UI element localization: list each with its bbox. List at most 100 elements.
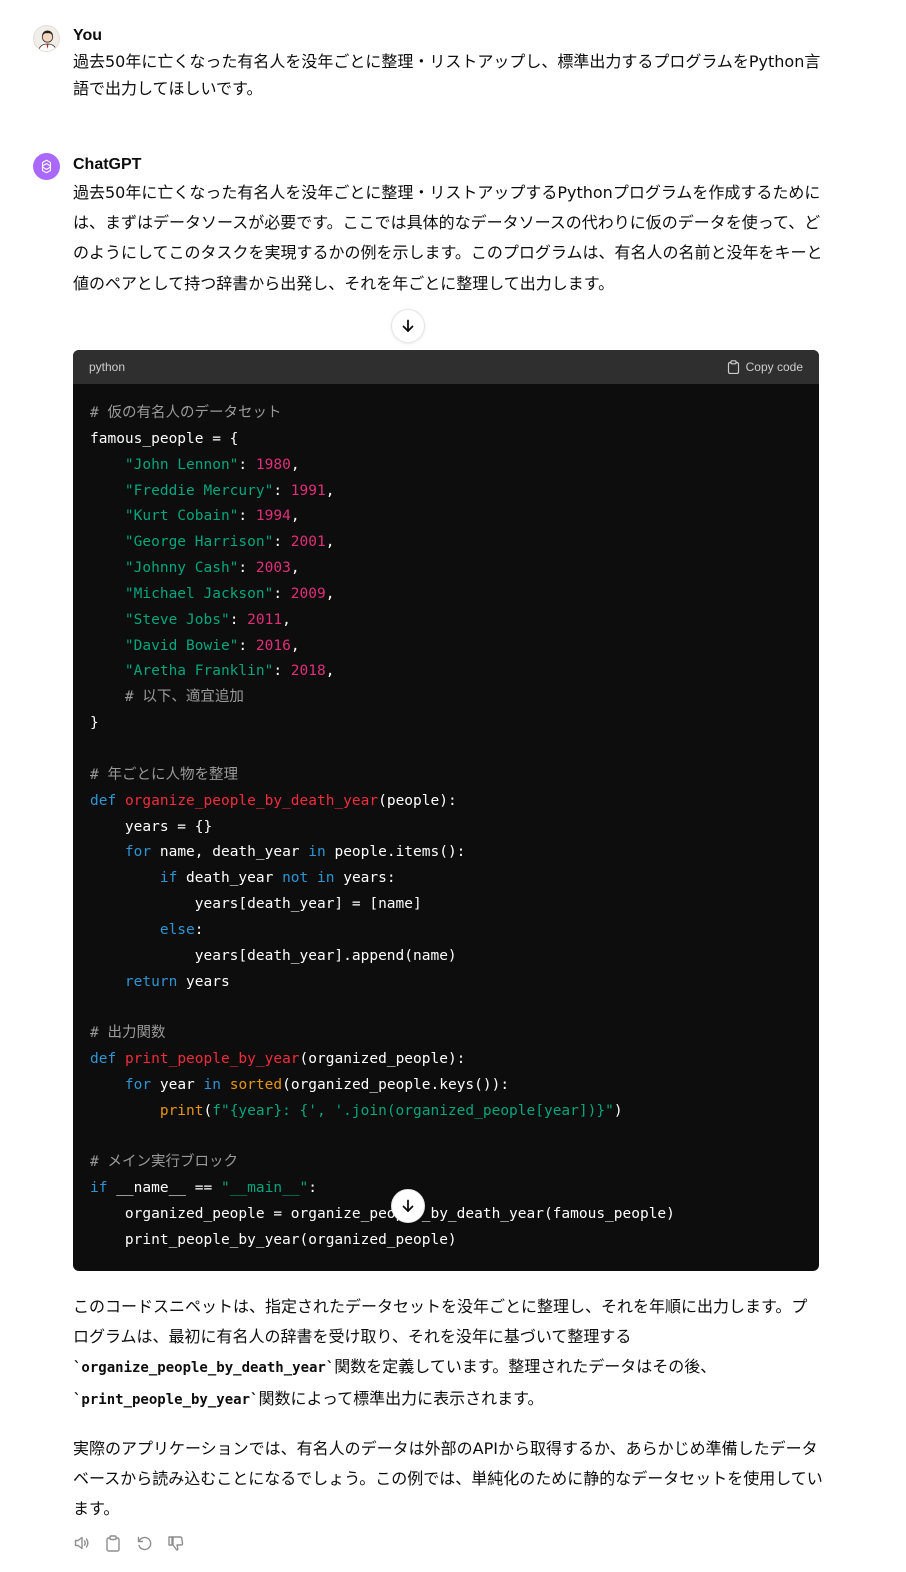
code-token-plain: organized_people = organize_people_by_de… (90, 1206, 675, 1223)
code-token-keyword: def (90, 792, 117, 809)
assistant-intro-text: 過去50年に亡くなった有名人を没年ごとに整理・リストアップするPythonプログ… (73, 183, 823, 293)
code-token-plain: , (290, 508, 300, 525)
code-token-keyword: if (159, 870, 178, 887)
code-line: "Michael Jackson": 2009, (90, 582, 675, 608)
code-line: "Steve Jobs": 2011, (90, 608, 675, 634)
code-token-string: "George Harrison" (124, 534, 274, 551)
regenerate-button[interactable] (135, 1534, 153, 1552)
code-token-plain: year (151, 1076, 204, 1093)
code-line: organized_people = organize_people_by_de… (90, 1202, 675, 1228)
code-token-string: "Kurt Cobain" (124, 508, 239, 525)
code-token-builtin: sorted (229, 1076, 283, 1093)
code-line: "Freddie Mercury": 1991, (90, 479, 675, 505)
code-token-plain: , (325, 663, 335, 680)
code-line: "David Bowie": 2016, (90, 634, 675, 660)
code-line: if death_year not in years: (90, 866, 675, 892)
code-token-keyword: in (317, 870, 335, 887)
code-token-plain: : (229, 611, 248, 628)
code-token-plain: : (273, 585, 291, 602)
thumbs-down-icon (167, 1535, 183, 1551)
code-token-string: f"{year}: {', '.join(organized_people[ye… (212, 1102, 614, 1119)
code-line: "George Harrison": 2001, (90, 530, 675, 556)
code-token-plain: : (194, 921, 204, 938)
code-token-comment: # 出力関数 (90, 1025, 166, 1042)
regenerate-icon (137, 1536, 151, 1550)
code-token-plain: : (273, 482, 291, 499)
inline-code-print: `print_people_by_year` (73, 1391, 259, 1408)
code-token-string: "John Lennon" (124, 456, 239, 473)
arrow-down-icon (402, 319, 414, 332)
code-token-plain: (organized_people.keys()): (282, 1076, 510, 1093)
clipboard-icon (727, 360, 739, 374)
code-language-label: python (89, 360, 126, 374)
code-line: return years (90, 970, 675, 996)
code-header: python Copy code (73, 350, 819, 384)
clipboard-icon (106, 1534, 120, 1552)
code-token-plain: ) (613, 1102, 623, 1119)
code-token-plain: , (325, 534, 335, 551)
explanation-text-1: このコードスニペットは、指定されたデータセットを没年ごとに整理し、それを年順に出… (73, 1297, 808, 1347)
code-token-keyword: def (90, 1051, 117, 1068)
user-author-name: You (73, 27, 103, 44)
bad-response-button[interactable] (166, 1534, 184, 1552)
code-token-plain: : (238, 637, 256, 654)
code-token-keyword: return (124, 973, 178, 990)
code-token-comment: # 年ごとに人物を整理 (90, 766, 238, 783)
code-token-number: 2011 (247, 611, 283, 628)
code-line: years = {} (90, 815, 675, 841)
code-token-plain: years: (334, 870, 396, 887)
code-line: # 以下、適宜追加 (90, 685, 675, 711)
code-line: if __name__ == "__main__": (90, 1176, 675, 1202)
code-line: years[death_year] = [name] (90, 892, 675, 918)
code-token-comment: # 以下、適宜追加 (124, 689, 244, 706)
code-line: def print_people_by_year(organized_peopl… (90, 1047, 675, 1073)
code-token-plain: print_people_by_year(organized_people) (90, 1232, 457, 1248)
code-token-number: 2009 (290, 585, 326, 602)
code-token-string: "Aretha Franklin" (124, 663, 274, 680)
code-token-plain: , (325, 585, 335, 602)
code-line: # メイン実行ブロック (90, 1150, 675, 1176)
code-line: else: (90, 918, 675, 944)
scroll-down-button-floating[interactable] (391, 1189, 425, 1223)
code-token-plain: people.items(): (325, 844, 466, 861)
code-token-function: organize_people_by_death_year (124, 792, 379, 809)
explanation-text-3: 関数によって標準出力に表示されます。 (258, 1388, 544, 1408)
code-line: "Aretha Franklin": 2018, (90, 659, 675, 685)
code-token-keyword: in (203, 1076, 221, 1093)
explanation-paragraph-2: 実際のアプリケーションでは、有名人のデータは外部のAPIから取得するか、あらかじ… (73, 1439, 823, 1519)
code-token-keyword: for (124, 844, 152, 861)
user-message-text: 過去50年に亡くなった有名人を没年ごとに整理・リストアップし、標準出力するプログ… (73, 52, 821, 98)
code-token-comment: # メイン実行ブロック (90, 1154, 238, 1171)
code-line: famous_people = { (90, 427, 675, 453)
read-aloud-button[interactable] (73, 1534, 91, 1552)
code-line: "Johnny Cash": 2003, (90, 556, 675, 582)
copy-code-label: Copy code (745, 360, 803, 374)
scroll-down-button[interactable] (391, 309, 425, 343)
copy-code-button[interactable]: Copy code (727, 360, 803, 374)
code-line: print(f"{year}: {', '.join(organized_peo… (90, 1099, 675, 1125)
code-token-plain: , (325, 482, 335, 499)
openai-logo-icon (33, 153, 60, 180)
code-line: "John Lennon": 1980, (90, 453, 675, 479)
code-line: def organize_people_by_death_year(people… (90, 789, 675, 815)
copy-message-button[interactable] (104, 1534, 122, 1552)
code-token-plain: : (238, 508, 256, 525)
code-token-number: 1980 (255, 456, 291, 473)
code-token-plain: } (90, 715, 99, 732)
code-line: "Kurt Cobain": 1994, (90, 504, 675, 530)
code-line: # 仮の有名人のデータセット (90, 401, 675, 427)
code-token-plain: ( (203, 1102, 213, 1119)
code-token-plain: , (290, 456, 300, 473)
